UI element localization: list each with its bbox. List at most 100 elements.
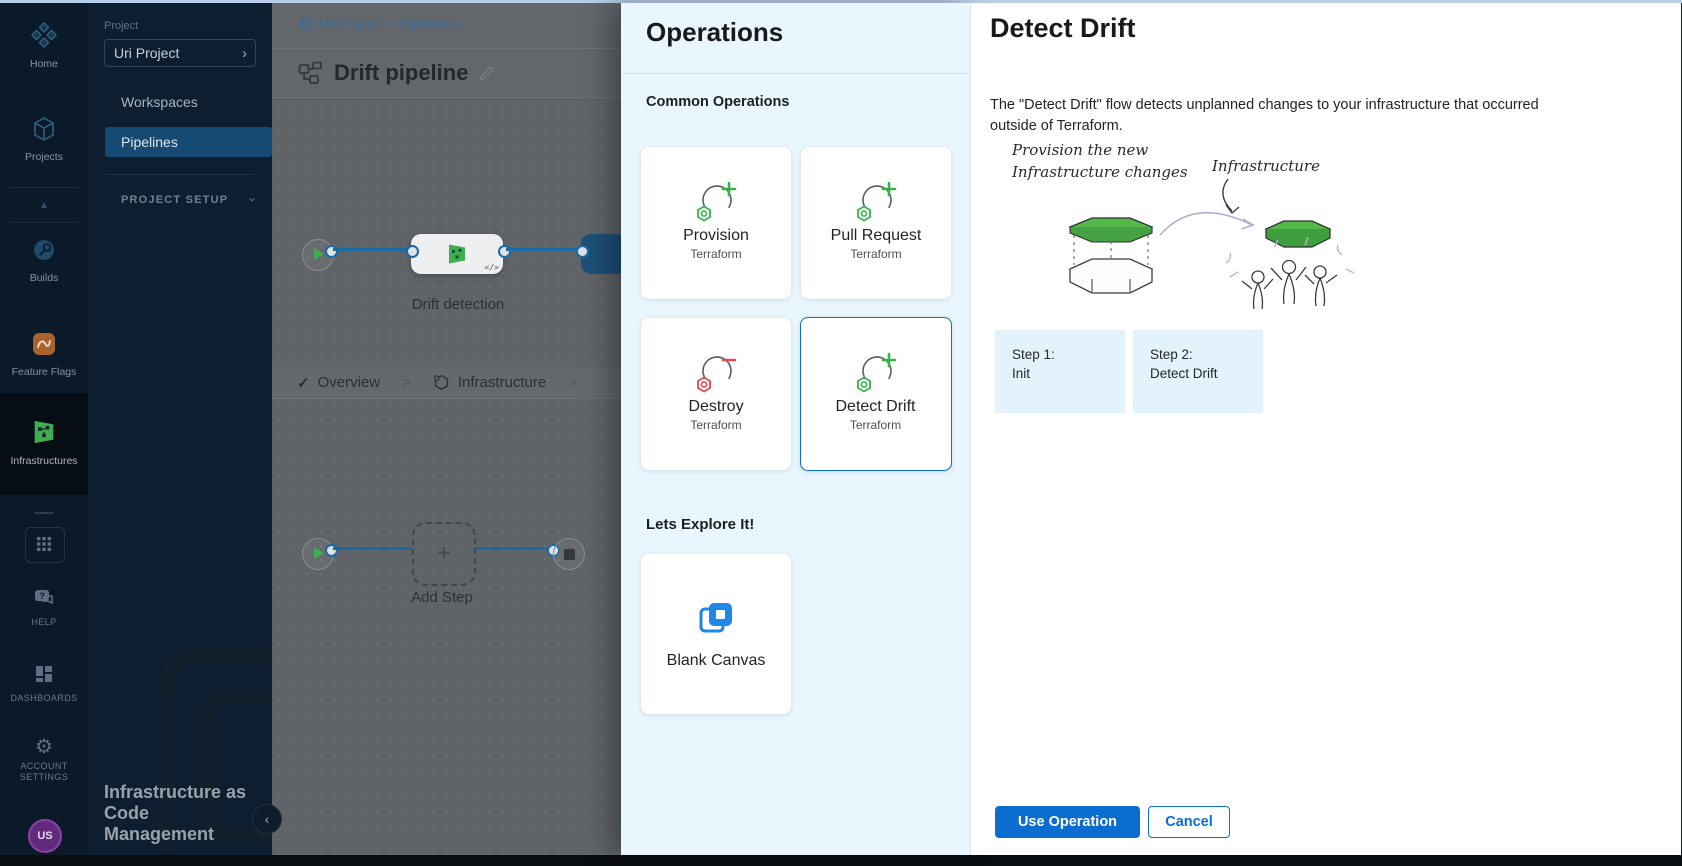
tab-infrastructure[interactable]: Infrastructure xyxy=(433,374,546,391)
rail-item-label: ACCOUNT SETTINGS xyxy=(12,761,76,783)
step-box-1: Step 1: Init xyxy=(995,330,1125,413)
feature-flags-icon xyxy=(31,331,57,357)
step-name: Detect Drift xyxy=(1150,364,1263,383)
drawer-title: Operations xyxy=(646,17,783,48)
breadcrumb-separator: > xyxy=(458,16,466,31)
chevron-left-icon: ‹ xyxy=(265,811,270,827)
dashboards-icon xyxy=(34,664,54,684)
blank-canvas-icon xyxy=(696,598,736,638)
scroll-up-icon[interactable]: ▲ xyxy=(0,200,88,211)
avatar-initials: US xyxy=(37,830,52,842)
rail-item-label: Projects xyxy=(0,151,88,163)
sidebar-item-home[interactable]: Home xyxy=(0,21,88,70)
operation-card-pull-request[interactable]: Pull Request Terraform xyxy=(801,147,951,299)
play-icon xyxy=(314,547,324,559)
operation-card-subtitle: Terraform xyxy=(690,418,741,432)
stage-label: Drift detection xyxy=(393,296,523,313)
operation-card-destroy[interactable]: Destroy Terraform xyxy=(641,318,791,470)
stage-node-drift-detection[interactable]: </> xyxy=(411,234,503,274)
chevron-right-icon: > xyxy=(568,374,577,391)
module-footer-title: Infrastructure as Code Management xyxy=(104,782,264,845)
footer-line: Infrastructure as xyxy=(104,782,264,803)
rail-divider xyxy=(34,512,54,514)
detect-drift-terraform-icon xyxy=(852,350,900,394)
builds-icon xyxy=(31,237,57,263)
play-icon xyxy=(314,248,324,260)
operation-card-subtitle: Terraform xyxy=(850,418,901,432)
sidebar-collapse-button[interactable]: ‹ xyxy=(252,804,282,834)
cancel-button[interactable]: Cancel xyxy=(1148,806,1230,838)
illustration-caption: Infrastructure changes xyxy=(1011,163,1188,181)
operation-card-title: Provision xyxy=(683,227,749,245)
breadcrumb-project-link[interactable]: Uri Project xyxy=(319,16,380,31)
rail-item-label: Home xyxy=(0,58,88,70)
step-label: Step 2: xyxy=(1150,345,1263,364)
blank-canvas-card[interactable]: Blank Canvas xyxy=(641,554,791,714)
check-icon: ✓ xyxy=(297,374,310,392)
sidebar-item-account-settings[interactable]: ⚙ ACCOUNT SETTINGS xyxy=(0,737,88,785)
sidebar-item-projects[interactable]: Projects xyxy=(0,116,88,163)
sidebar-divider xyxy=(105,174,255,175)
project-setup-section[interactable]: PROJECT SETUP › xyxy=(121,192,255,207)
project-cube-icon xyxy=(298,16,313,31)
sidebar-item-infrastructures[interactable]: Infrastructures xyxy=(0,418,88,467)
app-window: Home Projects ▲ Builds xyxy=(0,0,1682,866)
sidebar-item-help[interactable]: ? HELP xyxy=(0,588,88,628)
page-title: Drift pipeline xyxy=(334,60,468,86)
detail-title: Detect Drift xyxy=(990,13,1136,44)
pipeline-end-node[interactable] xyxy=(553,538,585,570)
footer-line: Code xyxy=(104,803,264,824)
rail-divider xyxy=(10,222,78,223)
harness-logo-icon xyxy=(30,21,58,49)
sidebar-item-workspaces[interactable]: Workspaces xyxy=(105,87,272,117)
sidebar-item-pipelines[interactable]: Pipelines xyxy=(105,127,272,157)
operation-card-provision[interactable]: Provision Terraform xyxy=(641,147,791,299)
tab-overview[interactable]: ✓ Overview xyxy=(297,374,380,392)
operation-card-detect-drift[interactable]: Detect Drift Terraform xyxy=(800,317,952,471)
use-operation-button[interactable]: Use Operation xyxy=(995,806,1140,838)
sidebar-item-builds[interactable]: Builds xyxy=(0,237,88,284)
add-step-button[interactable]: + xyxy=(412,522,476,586)
rail-item-label: Feature Flags xyxy=(0,366,88,378)
plus-icon: + xyxy=(437,540,451,568)
connector-line xyxy=(333,248,411,251)
step-box-2: Step 2: Detect Drift xyxy=(1133,330,1263,413)
module-picker-button[interactable] xyxy=(25,527,65,563)
detect-drift-detail-panel: Detect Drift The "Detect Drift" flow det… xyxy=(970,3,1681,855)
operation-card-subtitle: Terraform xyxy=(690,247,741,261)
breadcrumb-pipelines-link[interactable]: Pipelines xyxy=(399,16,452,31)
connector-dot xyxy=(498,245,511,258)
project-label: Project xyxy=(104,20,138,32)
sidebar-item-dashboards[interactable]: DASHBOARDS xyxy=(0,664,88,704)
code-view-hint: </> xyxy=(485,263,499,272)
blank-canvas-label: Blank Canvas xyxy=(667,652,766,670)
illustration-caption: Provision the new xyxy=(1011,141,1148,159)
operation-card-title: Destroy xyxy=(688,398,743,416)
connector-dot xyxy=(406,245,419,258)
project-sidebar: Project Uri Project › Workspaces Pipelin… xyxy=(88,3,272,855)
projects-cube-icon xyxy=(31,116,57,142)
project-name: Uri Project xyxy=(114,45,242,61)
sidebar-item-label: Pipelines xyxy=(121,134,178,150)
pipeline-icon xyxy=(298,61,324,85)
drawer-divider xyxy=(621,73,970,74)
add-step-label: Add Step xyxy=(392,589,492,606)
connector-line xyxy=(333,547,412,550)
connector-line xyxy=(476,547,552,550)
user-avatar[interactable]: US xyxy=(28,819,62,853)
svg-text:?: ? xyxy=(39,591,45,601)
grid-icon xyxy=(36,536,52,552)
project-selector[interactable]: Uri Project › xyxy=(104,39,256,67)
stop-icon xyxy=(564,549,575,560)
detect-drift-illustration: Provision the new Infrastructure changes… xyxy=(990,127,1510,322)
rail-item-label: Builds xyxy=(0,272,88,284)
explore-heading: Lets Explore It! xyxy=(646,516,754,533)
sidebar-item-label: Workspaces xyxy=(121,94,198,110)
rail-item-label: HELP xyxy=(0,617,88,628)
edit-pencil-icon[interactable] xyxy=(478,65,495,82)
chevron-right-icon: > xyxy=(402,374,411,391)
common-operations-heading: Common Operations xyxy=(646,94,789,110)
step-name: Init xyxy=(1012,364,1125,383)
sidebar-item-feature-flags[interactable]: Feature Flags xyxy=(0,331,88,378)
help-chat-icon: ? xyxy=(33,588,55,608)
